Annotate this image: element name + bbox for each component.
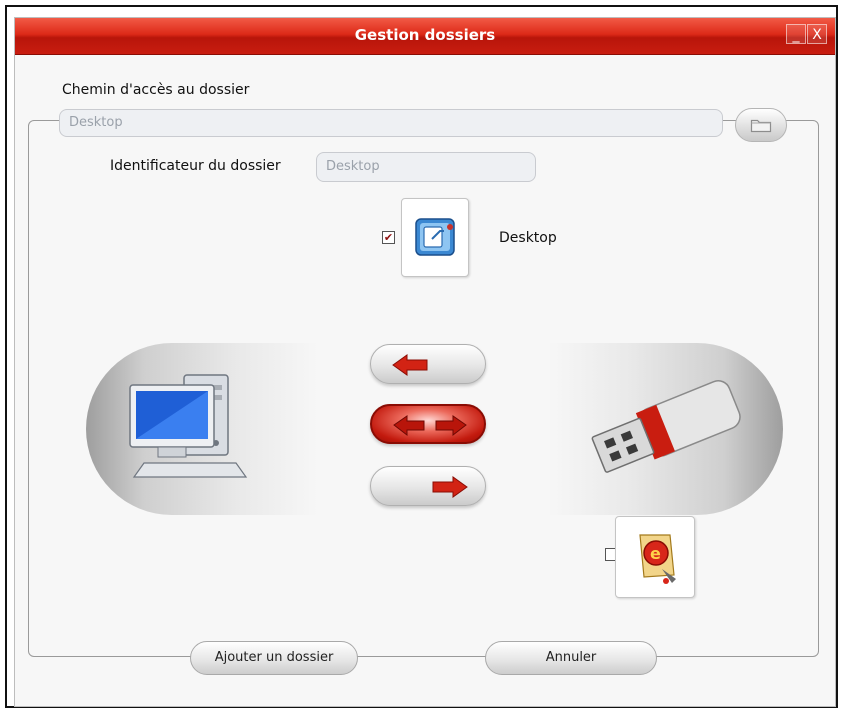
usb-drive-icon: [591, 380, 741, 473]
window-title: Gestion dossiers: [354, 26, 496, 44]
dialog-window: Gestion dossiers _ X Chemin d'accès au d…: [14, 17, 836, 707]
arrow-both-icon: [393, 415, 467, 437]
computer-panel: [86, 343, 318, 515]
folder-icon: [750, 119, 772, 133]
desktop-folder-checkbox[interactable]: ✔: [382, 231, 395, 244]
identifier-field[interactable]: Desktop: [316, 152, 536, 182]
computer-icon: [129, 374, 248, 478]
usb-app-icon: e: [639, 534, 676, 584]
add-folder-button[interactable]: Ajouter un dossier: [190, 641, 358, 675]
sync-both-ways-button[interactable]: [370, 404, 486, 444]
sync-to-computer-button[interactable]: [370, 344, 486, 384]
usb-panel: [548, 343, 783, 515]
svg-text:e: e: [650, 544, 661, 563]
arrow-left-icon: [392, 354, 428, 376]
window-controls: _ X: [786, 24, 827, 44]
cancel-button[interactable]: Annuler: [485, 641, 657, 675]
close-button[interactable]: X: [807, 24, 827, 44]
minimize-button[interactable]: _: [786, 24, 806, 44]
title-bar[interactable]: Gestion dossiers _ X: [15, 18, 835, 55]
path-field[interactable]: Desktop: [59, 109, 723, 137]
sync-to-usb-button[interactable]: [370, 466, 486, 506]
desktop-shortcut-icon: [415, 218, 455, 256]
identifier-label: Identificateur du dossier: [110, 158, 281, 174]
path-label: Chemin d'accès au dossier: [62, 82, 250, 98]
browse-folder-button[interactable]: [735, 108, 787, 142]
arrow-right-icon: [432, 476, 468, 498]
desktop-folder-thumbnail[interactable]: [401, 198, 469, 277]
folder-name-label: Desktop: [499, 230, 557, 246]
usb-item-thumbnail[interactable]: e: [615, 516, 695, 598]
